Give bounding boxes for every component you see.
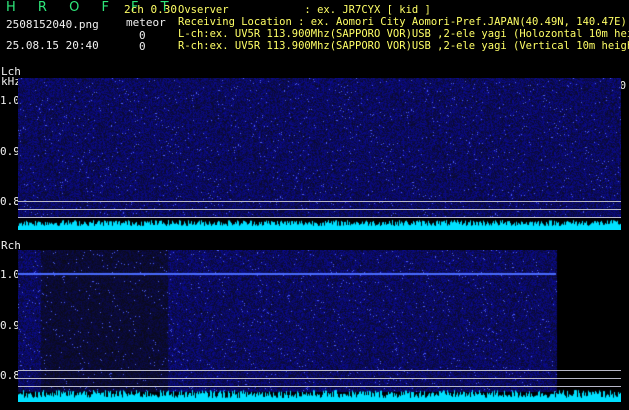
lch-config-line: L-ch:ex. UV5R 113.900Mhz(SAPPORO VOR)USB… xyxy=(178,28,629,40)
rch-ref-line-2 xyxy=(18,378,621,379)
location-line: Receiving Location : ex. Aomori City Aom… xyxy=(178,16,627,28)
meteor-label: meteor xyxy=(126,16,166,29)
rch-ref-line-3 xyxy=(18,386,621,387)
observer-line: Ovserver : ex. JR7CYX [ kid ] xyxy=(178,4,431,16)
rch-spectrogram xyxy=(18,250,621,402)
rch-freq-1-0: 1.0 xyxy=(0,268,20,281)
datetime: 25.08.15 20:40 xyxy=(6,39,99,52)
lch-spectrogram xyxy=(18,78,621,230)
mode-label: 2ch 0.30 xyxy=(124,3,177,16)
rch-freq-0-9: 0.9 xyxy=(0,319,20,332)
lch-ref-line-2 xyxy=(18,209,621,210)
rch-config-line: R-ch:ex. UV5R 113.900Mhz(SAPPORO VOR)USB… xyxy=(178,40,629,52)
rch-freq-0-8: 0.8 xyxy=(0,369,20,382)
file-name: 2508152040.png xyxy=(6,18,99,31)
lch-ref-line-1 xyxy=(18,201,621,202)
lch-ref-line-3 xyxy=(18,217,621,218)
meteor-count-rch: 0 xyxy=(139,40,146,53)
lch-freq-1-0: 1.0 xyxy=(0,94,20,107)
rch-ref-line-1 xyxy=(18,370,621,371)
lch-freq-0-8: 0.8 xyxy=(0,195,20,208)
lch-freq-0-9: 0.9 xyxy=(0,145,20,158)
